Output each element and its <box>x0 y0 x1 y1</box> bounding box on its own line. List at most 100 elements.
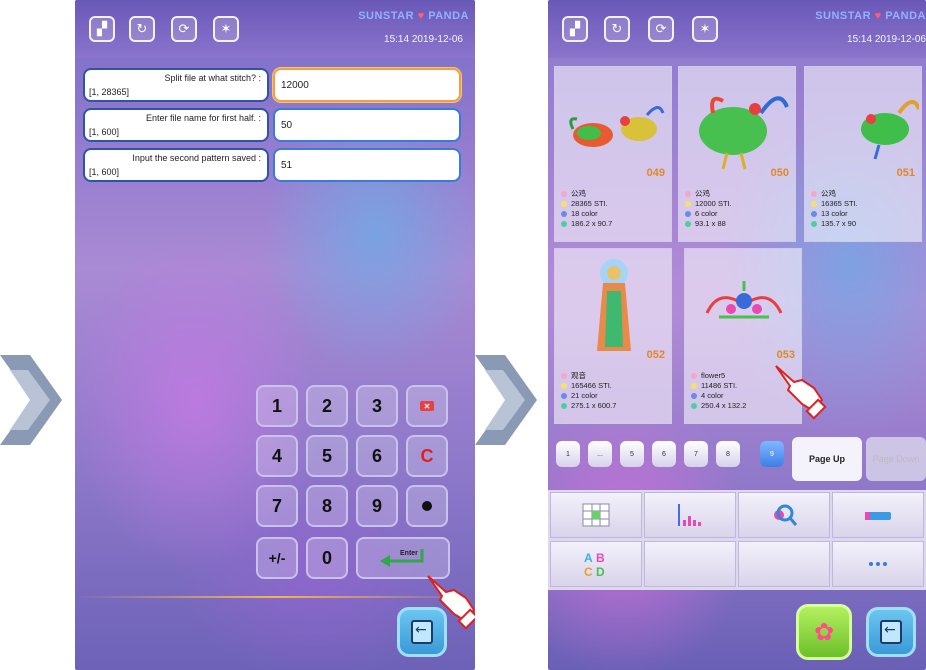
rooster-pair-icon <box>569 106 665 147</box>
hand-pointer-icon <box>427 575 475 630</box>
split-stitch-row: Split file at what stitch? : [1, 28365] … <box>83 68 463 102</box>
brand-logo: SUNSTAR ♥ PANDA <box>815 10 926 22</box>
first-half-name-input[interactable]: 50 <box>273 108 461 142</box>
pattern-number: 051 <box>896 167 915 179</box>
light-icon[interactable]: ✶ <box>213 16 239 42</box>
sync-icon[interactable]: ⟳ <box>648 16 674 42</box>
svg-text:C: C <box>584 565 593 579</box>
top-bar: ▞ ↻ ⟳ ✶ SUNSTAR ♥ PANDA 15:14 2019-12-06 <box>75 0 475 58</box>
pattern-card-050[interactable]: 050 公鸡 12000 STI. 6 color 93.1 x 88 <box>678 66 796 242</box>
clear-button[interactable]: C <box>406 435 448 477</box>
sync-icon[interactable]: ⟳ <box>171 16 197 42</box>
page-up-button[interactable]: Page Up <box>792 437 862 481</box>
svg-text:B: B <box>596 551 605 565</box>
page-down-button[interactable]: Page Down <box>866 437 926 481</box>
search-icon <box>774 504 798 526</box>
pattern-info: 观音 165466 STI. 21 color 275.1 x 600.7 <box>561 371 616 411</box>
back-button[interactable] <box>866 607 916 657</box>
page-button-7[interactable]: 7 <box>684 441 708 467</box>
key-2[interactable]: 2 <box>306 385 348 427</box>
split-icon[interactable]: ▞ <box>89 16 115 42</box>
pattern-name: 公鸡 <box>811 189 858 199</box>
key-0[interactable]: 0 <box>306 537 348 579</box>
clock: 15:14 2019-12-06 <box>384 34 463 45</box>
prompt-range: [1, 600] <box>89 127 120 137</box>
split-icon[interactable]: ▞ <box>562 16 588 42</box>
clock: 15:14 2019-12-06 <box>847 34 926 45</box>
backspace-icon: ✕ <box>420 401 434 411</box>
hand-pointer-icon <box>775 365 827 420</box>
thread-button[interactable] <box>832 492 924 538</box>
brand-logo: SUNSTAR ♥ PANDA <box>358 10 469 22</box>
more-button[interactable] <box>832 541 924 587</box>
stitch-chart-button[interactable] <box>644 492 736 538</box>
page-button-6[interactable]: 6 <box>652 441 676 467</box>
search-button[interactable] <box>738 492 830 538</box>
empty-tool-slot <box>738 541 830 587</box>
pattern-size: 93.1 x 88 <box>685 219 732 229</box>
chevron-right-icon <box>0 355 62 445</box>
pattern-card-052[interactable]: 052 观音 165466 STI. 21 color 275.1 x 600.… <box>554 248 672 424</box>
plus-minus-button[interactable]: +/- <box>256 537 298 579</box>
pattern-card-051[interactable]: 051 公鸡 16365 STI. 13 color 135.7 x 90 <box>804 66 922 242</box>
page-button-9[interactable]: 9 <box>760 441 784 467</box>
prompt-text: Input the second pattern saved : <box>132 153 261 163</box>
backspace-button[interactable]: ✕ <box>406 385 448 427</box>
second-pattern-input[interactable]: 51 <box>273 148 461 182</box>
enter-label: Enter <box>400 550 418 557</box>
empty-tool-slot <box>644 541 736 587</box>
pattern-name: 公鸡 <box>561 189 612 199</box>
page-button-8[interactable]: 8 <box>716 441 740 467</box>
key-4[interactable]: 4 <box>256 435 298 477</box>
grid-select-icon <box>582 503 610 527</box>
key-1[interactable]: 1 <box>256 385 298 427</box>
grid-select-button[interactable] <box>550 492 642 538</box>
page-button-5[interactable]: 5 <box>620 441 644 467</box>
tool-grid: A B C D <box>548 490 926 590</box>
rotate-icon[interactable]: ↻ <box>129 16 155 42</box>
first-half-name-row: Enter file name for first half. : [1, 60… <box>83 108 463 142</box>
light-icon[interactable]: ✶ <box>692 16 718 42</box>
prompt-range: [1, 28365] <box>89 87 130 97</box>
pattern-colors: 18 color <box>561 209 612 219</box>
key-3[interactable]: 3 <box>356 385 398 427</box>
pattern-stitches: 165466 STI. <box>561 381 616 391</box>
split-file-screen: ▞ ↻ ⟳ ✶ SUNSTAR ♥ PANDA 15:14 2019-12-06… <box>75 0 475 670</box>
footer-divider <box>75 596 475 598</box>
svg-text:D: D <box>596 565 605 579</box>
pattern-info: flower5 11486 STI. 4 color 250.4 x 132.2 <box>691 371 746 411</box>
exit-icon <box>880 620 902 644</box>
page-button-1[interactable]: 1 <box>556 441 580 467</box>
key-6[interactable]: 6 <box>356 435 398 477</box>
pattern-info: 公鸡 28365 STI. 18 color 186.2 x 90.7 <box>561 189 612 229</box>
pattern-card-049[interactable]: 049 公鸡 28365 STI. 18 color 186.2 x 90.7 <box>554 66 672 242</box>
pattern-info: 公鸡 12000 STI. 6 color 93.1 x 88 <box>685 189 732 229</box>
prompt-range: [1, 600] <box>89 167 120 177</box>
decimal-point-button[interactable] <box>406 485 448 527</box>
first-half-name-prompt: Enter file name for first half. : [1, 60… <box>83 108 269 142</box>
pattern-colors: 4 color <box>691 391 746 401</box>
pattern-info: 公鸡 16365 STI. 13 color 135.7 x 90 <box>811 189 858 229</box>
key-9[interactable]: 9 <box>356 485 398 527</box>
svg-text:A: A <box>584 551 593 565</box>
flower-pattern-icon <box>705 281 783 319</box>
key-8[interactable]: 8 <box>306 485 348 527</box>
pattern-stitches: 11486 STI. <box>691 381 746 391</box>
dot-icon <box>422 501 432 511</box>
abcd-letters-icon: A B C D <box>584 551 605 579</box>
rotate-icon[interactable]: ↻ <box>604 16 630 42</box>
pattern-size: 250.4 x 132.2 <box>691 401 746 411</box>
page-ellipsis[interactable]: ... <box>588 441 612 467</box>
thread-icon <box>865 512 891 520</box>
split-stitch-input[interactable]: 12000 <box>273 68 461 102</box>
key-7[interactable]: 7 <box>256 485 298 527</box>
pattern-size: 186.2 x 90.7 <box>561 219 612 229</box>
rooster-icon <box>699 96 789 170</box>
pattern-colors: 21 color <box>561 391 616 401</box>
second-pattern-prompt: Input the second pattern saved : [1, 600… <box>83 148 269 182</box>
key-5[interactable]: 5 <box>306 435 348 477</box>
flower-pattern-button[interactable]: ✿ <box>796 604 852 660</box>
letters-button[interactable]: A B C D <box>550 541 642 587</box>
pattern-stitches: 12000 STI. <box>685 199 732 209</box>
stitch-chart-icon <box>678 504 701 526</box>
